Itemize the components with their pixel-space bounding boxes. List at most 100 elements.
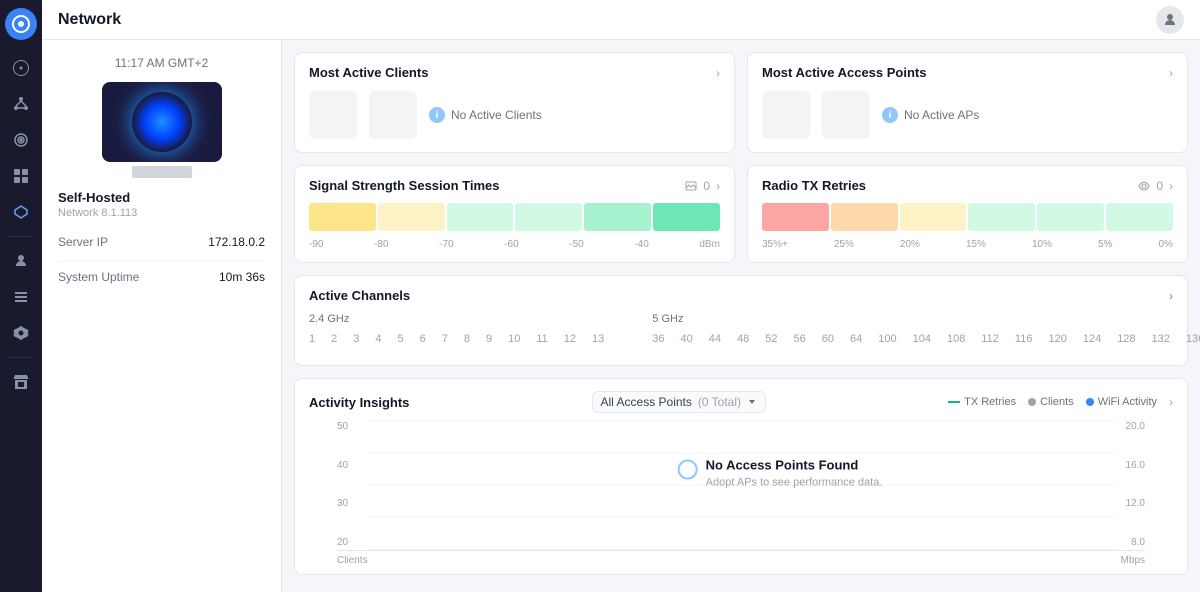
sidebar-item-layers[interactable] [5, 160, 37, 192]
chevron-right-signal: › [716, 179, 720, 193]
user-avatar[interactable] [1156, 6, 1184, 34]
most-active-clients-title: Most Active Clients › [309, 65, 720, 80]
grid-line-2 [367, 453, 1115, 454]
no-data-subtitle: Adopt APs to see performance data. [706, 476, 883, 488]
y-left-axis-label: Clients [337, 555, 368, 566]
chevron-right-tx: › [1169, 179, 1173, 193]
no-data-circle-icon [678, 459, 698, 479]
page-title: Network [58, 11, 121, 29]
most-active-clients-content: i No Active Clients [309, 90, 720, 140]
sidebar-item-store[interactable] [5, 366, 37, 398]
activity-title: Activity Insights [309, 395, 409, 410]
server-ip-value: 172.18.0.2 [208, 235, 265, 249]
axis-labels: Clients Mbps [337, 555, 1145, 566]
client-device-thumb [309, 91, 357, 139]
chevron-right-icon: › [716, 66, 720, 80]
radio-tx-nav[interactable]: 0 › [1138, 179, 1173, 193]
active-channels-card: Active Channels › 2.4 GHz 1 2 3 4 5 6 [294, 275, 1188, 366]
signal-strength-bars [309, 203, 720, 231]
device-stand [132, 166, 192, 178]
eye-icon [1138, 180, 1150, 192]
sidebar-item-target[interactable] [5, 124, 37, 156]
activity-legend: TX Retries Clients WiFi Activity › [948, 395, 1173, 409]
most-active-clients-card: Most Active Clients › i No Active Client… [294, 52, 735, 153]
right-panel: Most Active Clients › i No Active Client… [282, 40, 1200, 592]
server-ip-row: Server IP 172.18.0.2 [58, 231, 265, 253]
device-name: Self-Hosted [58, 190, 265, 205]
sidebar-divider-2 [9, 357, 33, 358]
header: Network [42, 0, 1200, 40]
no-data-title: No Access Points Found [706, 457, 859, 472]
no-active-clients-badge: i No Active Clients [429, 107, 542, 123]
tx-bar-2 [831, 203, 898, 231]
signal-strength-card: Signal Strength Session Times 0 › [294, 165, 735, 263]
sidebar-item-list[interactable] [5, 281, 37, 313]
sidebar-divider-1 [9, 236, 33, 237]
signal-bar-5 [584, 203, 651, 231]
tx-bar-5 [1037, 203, 1104, 231]
legend-clients: Clients [1028, 396, 1074, 408]
channel-numbers-24: 1 2 3 4 5 6 7 8 9 10 11 12 13 [309, 333, 604, 345]
device-image [102, 82, 222, 162]
server-ip-label: Server IP [58, 235, 108, 249]
signal-strength-nav[interactable]: 0 › [685, 179, 720, 193]
content-area: 11:17 AM GMT+2 Self-Hosted Network 8.1.1… [42, 40, 1200, 592]
grid-line-5 [367, 549, 1115, 550]
legend-tx-line [948, 401, 960, 403]
signal-bar-3 [447, 203, 514, 231]
sidebar-item-topology[interactable] [5, 88, 37, 120]
sidebar-item-dashboard[interactable] [5, 52, 37, 84]
signal-labels: -90 -80 -70 -60 -50 -40 dBm [309, 239, 720, 250]
channel-numbers-5: 36 40 44 48 52 56 60 64 100 104 108 112 [652, 333, 1200, 345]
channel-section-24: 2.4 GHz 1 2 3 4 5 6 7 8 9 10 11 [309, 313, 604, 345]
active-channels-title: Active Channels › [309, 288, 1173, 303]
uptime-label: System Uptime [58, 270, 139, 284]
y-labels-left: 50 40 30 20 [337, 421, 348, 550]
ghz-24-label: 2.4 GHz [309, 313, 604, 325]
no-active-aps-badge: i No Active APs [882, 107, 979, 123]
radio-tx-bars [762, 203, 1173, 231]
signal-bar-4 [515, 203, 582, 231]
active-cards-row: Most Active Clients › i No Active Client… [294, 52, 1188, 153]
chevron-right-channels: › [1169, 289, 1173, 303]
most-active-aps-nav[interactable]: › [1169, 66, 1173, 80]
sidebar [0, 0, 42, 592]
tx-bar-3 [900, 203, 967, 231]
sidebar-item-settings[interactable] [5, 317, 37, 349]
main-area: Network 11:17 AM GMT+2 Self-Hosted Netwo… [42, 0, 1200, 592]
activity-chart: 50 40 30 20 20.0 16.0 12.0 8.0 [295, 421, 1187, 574]
left-panel: 11:17 AM GMT+2 Self-Hosted Network 8.1.1… [42, 40, 282, 592]
image-icon [685, 180, 697, 192]
ap-device-thumb [762, 91, 810, 139]
activity-filter-button[interactable]: All Access Points (0 Total) [592, 391, 767, 413]
legend-clients-dot [1028, 398, 1036, 406]
uptime-row: System Uptime 10m 36s [58, 261, 265, 292]
radio-tx-title: Radio TX Retries 0 › [762, 178, 1173, 193]
activity-insights-card: Activity Insights All Access Points (0 T… [294, 378, 1188, 575]
signal-strength-title: Signal Strength Session Times 0 › [309, 178, 720, 193]
y-labels-right: 20.0 16.0 12.0 8.0 [1126, 421, 1145, 550]
logo[interactable] [5, 8, 37, 40]
chart-wrapper: 50 40 30 20 20.0 16.0 12.0 8.0 [309, 421, 1173, 566]
tx-bar-1 [762, 203, 829, 231]
sidebar-item-users[interactable] [5, 245, 37, 277]
chevron-right-icon-aps: › [1169, 66, 1173, 80]
device-version: Network 8.1.113 [58, 207, 265, 219]
info-icon-clients: i [429, 107, 445, 123]
radio-tx-card: Radio TX Retries 0 › [747, 165, 1188, 263]
most-active-clients-nav[interactable]: › [716, 66, 720, 80]
no-data-overlay: No Access Points Found Adopt APs to see … [706, 457, 883, 488]
ghz-5-label: 5 GHz [652, 313, 1200, 325]
uptime-value: 10m 36s [219, 270, 265, 284]
signal-bar-6 [653, 203, 720, 231]
activity-header: Activity Insights All Access Points (0 T… [295, 379, 1187, 421]
info-icon-aps: i [882, 107, 898, 123]
tx-bar-6 [1106, 203, 1173, 231]
signal-bar-1 [309, 203, 376, 231]
signal-cards-row: Signal Strength Session Times 0 › [294, 165, 1188, 263]
sidebar-item-network[interactable] [5, 196, 37, 228]
y-right-axis-label: Mbps [1121, 555, 1145, 566]
chevron-down-icon [747, 397, 757, 407]
most-active-aps-title: Most Active Access Points › [762, 65, 1173, 80]
most-active-aps-card: Most Active Access Points › i No Active … [747, 52, 1188, 153]
